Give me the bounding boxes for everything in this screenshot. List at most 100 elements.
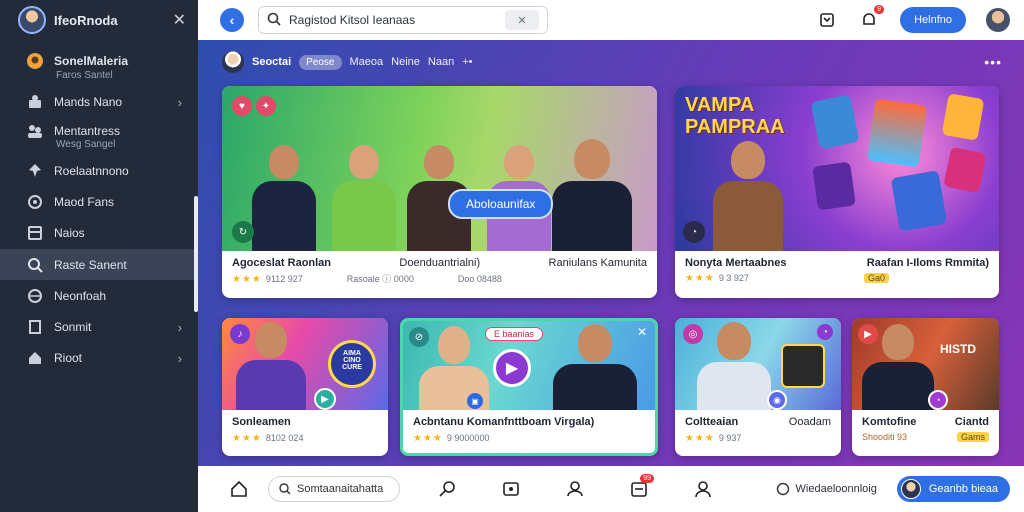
sidebar-item-label: Mands Nano: [54, 95, 123, 109]
sidebar-item-mands[interactable]: Mands Nano ›: [0, 91, 198, 113]
rating-stars: ★★★: [232, 433, 262, 444]
chevron-right-icon: ›: [177, 319, 182, 335]
content-card[interactable]: ⊘ E baanias ✕ ▶ ▣ Acbntanu Komanfnttboam…: [400, 318, 658, 456]
sidebar-item-roelaatnnono[interactable]: Roelaatnnono: [0, 160, 198, 182]
channel-avatar[interactable]: [222, 51, 244, 73]
card-meta: Shooditi 93: [862, 432, 908, 442]
home-icon[interactable]: [228, 478, 250, 500]
game-tile: [941, 93, 985, 141]
globe-icon: [776, 482, 789, 496]
card-thumbnail: ▶ HISTD ◔: [852, 318, 999, 410]
card-title: Agoceslat Raonlan: [232, 257, 332, 269]
card-meta: 9112 927: [265, 273, 303, 284]
channel-pill[interactable]: Peose: [299, 54, 342, 70]
card-subtitle: Raniulans Kamunita: [548, 257, 647, 269]
rating-stars: ★★★: [413, 433, 443, 444]
avatar[interactable]: [18, 6, 46, 34]
bookmark-icon[interactable]: [816, 9, 838, 31]
person-image: [553, 324, 637, 410]
back-button[interactable]: ‹: [220, 8, 244, 32]
channel-name[interactable]: Seoctai: [252, 56, 291, 68]
card-title: Nonyta Mertaabnes: [685, 257, 787, 269]
image-icon: ▣: [467, 393, 483, 409]
pin-icon: [26, 162, 44, 180]
content-card[interactable]: ▶ HISTD ◔ Komtofine Ciantd Shooditi 93 G…: [852, 318, 999, 456]
primary-button[interactable]: Helnfno: [900, 7, 966, 33]
channel-tab[interactable]: Naan: [428, 56, 454, 68]
notification-icon[interactable]: 9: [858, 5, 885, 31]
thumb-text: AIMA CINO CURE: [342, 350, 362, 371]
clear-search-button[interactable]: ✕: [505, 10, 539, 30]
card-meta: 8102 024: [265, 433, 304, 443]
content-card[interactable]: VAMPA PAMPRAA ◔ Nonyta Mertaabnes Raafan…: [675, 86, 999, 298]
rating-stars: ★★★: [232, 273, 262, 285]
channel-tab[interactable]: Neine: [391, 56, 420, 68]
sidebar-item-mentantress[interactable]: Mentantress: [0, 121, 198, 141]
card-chip: Ga0: [863, 273, 889, 283]
person-image: [713, 141, 783, 251]
main-area: ‹ Ragistod Kitsol Ieanaas ✕ 9 Helnfno Se…: [198, 0, 1024, 512]
game-tile: [781, 344, 825, 388]
refresh-icon[interactable]: ↻: [232, 221, 254, 243]
person-image: [236, 322, 306, 410]
users-icon: [26, 93, 44, 111]
tag-label: E baanias: [485, 327, 544, 341]
overlay-button[interactable]: Aboloaunifax: [448, 189, 554, 219]
game-tile: [810, 94, 860, 150]
close-icon[interactable]: ✕: [173, 10, 186, 30]
more-options-icon[interactable]: •••: [984, 54, 1002, 70]
chevron-right-icon: ›: [177, 350, 182, 366]
close-icon[interactable]: ✕: [637, 325, 647, 339]
sidebar-item-label: Rioot: [54, 351, 83, 365]
card-title: Acbntanu Komanfnttboam Virgala): [413, 416, 595, 428]
channel-tab[interactable]: Maeoa: [350, 56, 384, 68]
card-title: Sonleamen: [232, 416, 291, 428]
message-icon[interactable]: [500, 478, 522, 500]
app-title: IfeoRnoda: [54, 12, 118, 28]
chat-icon[interactable]: ◔: [683, 221, 705, 243]
card-meta: Rasoale ⓘ 0000: [346, 274, 414, 284]
card-title-right: Ooadam: [788, 416, 831, 428]
bottom-bar: Somtaanaitahatta 99 Wiedaeloonnloig Gean…: [198, 466, 1024, 512]
home-icon: [26, 349, 44, 367]
tag-icon: ✦: [256, 96, 276, 116]
content-card[interactable]: ♥ ✦ ↻ Aboloaunifax Agoceslat Raonlan Doe…: [222, 86, 657, 298]
group-icon[interactable]: [564, 478, 586, 500]
sidebar: IfeoRnoda ✕ SonelMaleria Faros Santel Ma…: [0, 0, 198, 512]
content-card[interactable]: ◎ ◉ ◔ Coltteaian Ooadam ★★★ 9 937: [675, 318, 841, 456]
sidebar-item-label: Maod Fans: [54, 195, 115, 209]
game-tile: [890, 170, 948, 232]
profile-icon[interactable]: [692, 478, 714, 500]
sidebar-item-raste-sanent[interactable]: Raste Sanent: [0, 249, 198, 280]
sidebar-item-label: Naios: [54, 226, 85, 240]
topbar: ‹ Ragistod Kitsol Ieanaas ✕ 9 Helnfno: [198, 0, 1024, 40]
sidebar-item-neonfoah[interactable]: Neonfoah: [0, 285, 198, 307]
game-tile: [866, 98, 928, 168]
user-avatar[interactable]: [986, 8, 1010, 32]
search-input[interactable]: Ragistod Kitsol Ieanaas ✕: [258, 6, 548, 34]
card-title-right: Ciantd: [954, 416, 989, 428]
sidebar-item-profile[interactable]: SonelMaleria: [0, 50, 198, 72]
play-button[interactable]: ▶: [493, 349, 531, 387]
chevron-right-icon: ›: [177, 94, 182, 110]
inbox-icon[interactable]: 99: [628, 474, 654, 500]
play-button[interactable]: ▶: [314, 388, 336, 410]
sidebar-item-label: Mentantress: [54, 124, 121, 138]
sidebar-item-naios[interactable]: Naios: [0, 222, 198, 244]
bottom-link[interactable]: Wiedaeloonnloig: [776, 482, 877, 496]
sidebar-item-maod-fans[interactable]: Maod Fans: [0, 191, 198, 213]
pin-icon[interactable]: [436, 478, 458, 500]
channel-suffix: +•: [462, 56, 473, 68]
bottom-search-input[interactable]: Somtaanaitahatta: [268, 476, 400, 502]
sidebar-item-rioot[interactable]: Rioot ›: [0, 347, 198, 369]
card-chip: Gams: [956, 432, 989, 442]
user-icon: [26, 52, 44, 70]
card-meta: Doo 08488: [457, 273, 502, 284]
sidebar-item-label: Roelaatnnono: [54, 164, 129, 178]
sidebar-item-sonmit[interactable]: Sonmit ›: [0, 316, 198, 338]
bottom-search-value: Somtaanaitahatta: [297, 483, 384, 495]
content-card[interactable]: ♪ AIMA CINO CURE ▶ Sonleamen ★★★ 8102 024: [222, 318, 388, 456]
cta-button[interactable]: Geanbb bieaa: [896, 476, 1010, 502]
card-thumbnail: VAMPA PAMPRAA ◔: [675, 86, 999, 251]
star-icon: [26, 193, 44, 211]
